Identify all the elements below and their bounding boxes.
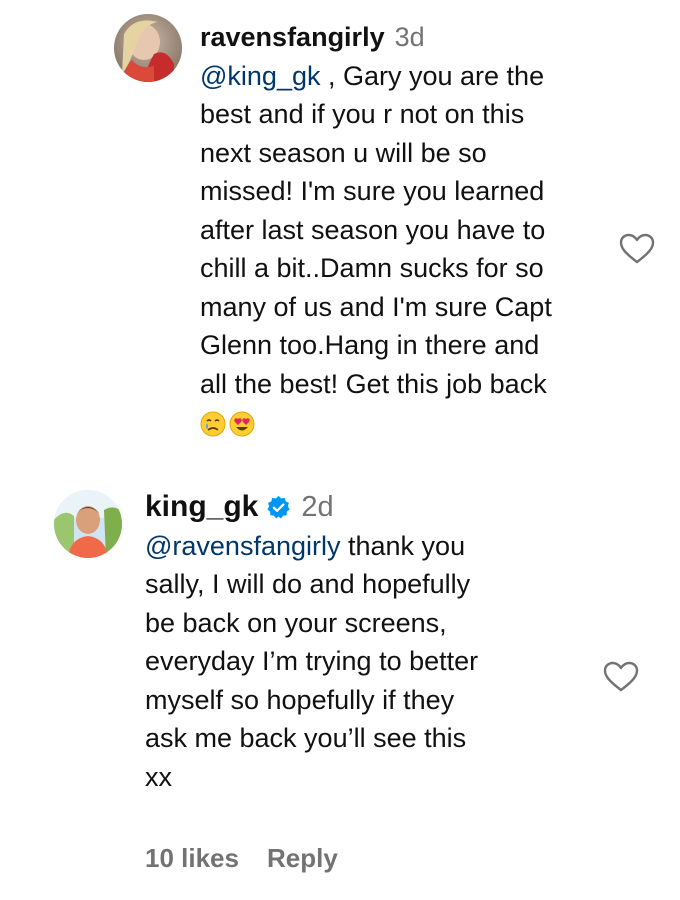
comment-header: ravensfangirly 3d <box>200 18 610 57</box>
emoji-row <box>200 403 610 442</box>
avatar[interactable] <box>54 490 122 558</box>
timestamp[interactable]: 3d <box>395 18 425 57</box>
likes-count[interactable]: 10 likes <box>145 843 239 874</box>
username[interactable]: king_gk <box>145 488 258 527</box>
verified-badge-icon <box>267 495 291 519</box>
username[interactable]: ravensfangirly <box>200 18 385 57</box>
crying-face-emoji-icon <box>200 411 226 437</box>
mention-link[interactable]: @ravensfangirly <box>145 531 341 561</box>
heart-eyes-face-emoji-icon <box>229 411 255 437</box>
comment-text: @ravensfangirly thank you sally, I will … <box>145 527 585 797</box>
comment-body: ravensfangirly 3d @king_gk , Gary you ar… <box>200 18 610 442</box>
comment-header: king_gk 2d <box>145 488 585 527</box>
comment-body: king_gk 2d @ravensfangirly thank you sal… <box>145 488 585 796</box>
reply-button[interactable]: Reply <box>267 843 338 874</box>
comment-message: , Gary you are the best and if you r not… <box>200 60 552 399</box>
comment-message: thank you sally, I will do and hopefully… <box>145 530 479 792</box>
like-heart-icon[interactable] <box>603 661 639 693</box>
comment-actions: 10 likes Reply <box>145 843 338 874</box>
timestamp[interactable]: 2d <box>301 488 333 527</box>
mention-link[interactable]: @king_gk <box>200 61 320 91</box>
comment-text: @king_gk , Gary you are the best and if … <box>200 57 610 404</box>
avatar[interactable] <box>114 14 182 82</box>
like-heart-icon[interactable] <box>619 233 655 265</box>
